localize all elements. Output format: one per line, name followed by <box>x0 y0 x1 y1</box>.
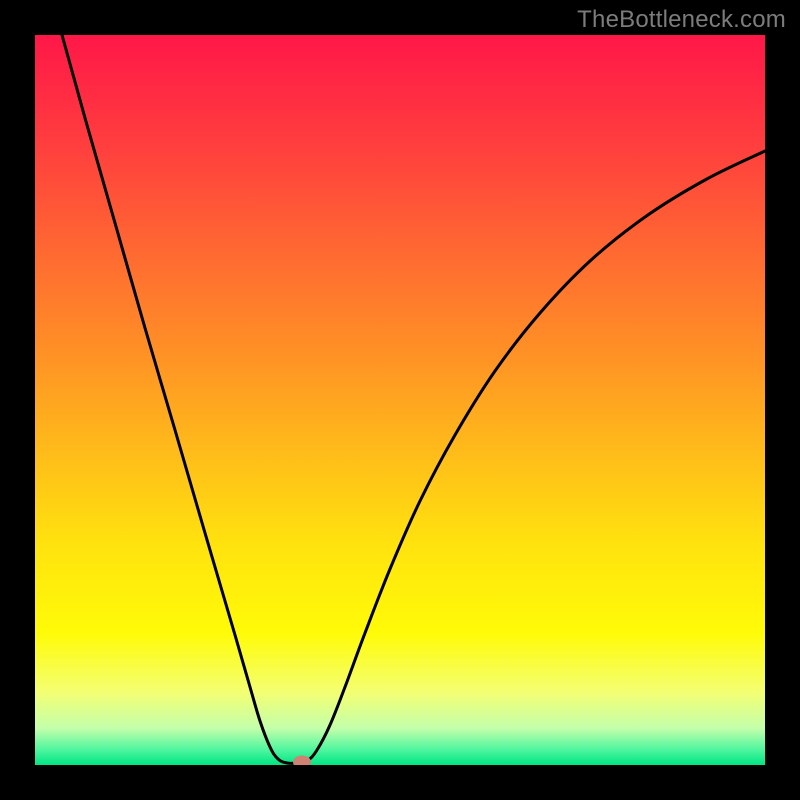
optimal-marker <box>293 756 311 766</box>
bottleneck-curve <box>35 35 765 765</box>
watermark-text: TheBottleneck.com <box>577 6 786 34</box>
chart-frame: TheBottleneck.com <box>0 0 800 800</box>
plot-area <box>35 35 765 765</box>
